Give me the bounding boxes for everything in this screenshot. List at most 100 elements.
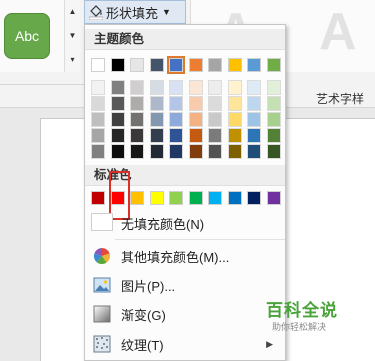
theme-shade-swatch[interactable] [266,112,281,127]
theme-shade-swatch[interactable] [169,128,183,143]
theme-shade-swatch[interactable] [130,144,144,159]
theme-shade-swatch[interactable] [227,144,242,159]
paint-bucket-icon [89,5,103,20]
theme-shade-swatch[interactable] [227,80,242,95]
theme-color-swatch[interactable] [227,58,242,72]
theme-shade-swatch[interactable] [149,128,164,143]
theme-shade-swatch[interactable] [227,96,242,111]
shape-style-preset[interactable]: Abc [4,13,50,59]
more-fill-colors-item[interactable]: 其他填充颜色(M)... [85,242,285,270]
theme-color-swatch[interactable] [188,58,203,72]
theme-color-swatch[interactable] [247,58,261,72]
shape-fill-button[interactable]: 形状填充 ▼ [84,0,186,24]
standard-color-swatch[interactable] [130,191,144,205]
theme-shade-swatch[interactable] [247,112,261,127]
theme-shade-swatch[interactable] [110,96,125,111]
theme-shade-swatch[interactable] [188,144,203,159]
standard-color-swatch[interactable] [266,191,281,205]
theme-shade-swatch[interactable] [188,112,203,127]
theme-shade-swatch[interactable] [208,96,222,111]
theme-color-swatch[interactable] [266,58,281,72]
texture-fill-label: 纹理(T) [121,337,164,353]
theme-shade-swatch[interactable] [130,128,144,143]
theme-shade-swatch[interactable] [247,144,261,159]
gallery-more-icon[interactable]: ▾ [65,48,80,72]
theme-shade-swatch[interactable] [208,80,222,95]
standard-color-swatch[interactable] [149,191,164,205]
watermark-title: 百科全说 [266,301,338,320]
submenu-arrow-icon: ▶ [266,338,273,349]
theme-shade-swatch[interactable] [149,112,164,127]
standard-color-swatch[interactable] [208,191,222,205]
theme-shade-swatch[interactable] [149,96,164,111]
color-wheel-icon [93,248,110,265]
theme-color-swatch[interactable] [91,58,105,72]
theme-shade-swatch[interactable] [110,80,125,95]
theme-shade-swatch[interactable] [110,112,125,127]
standard-color-swatch[interactable] [91,191,105,205]
gallery-scroll: ▲ ▼ ▾ [64,0,80,72]
theme-shade-swatch[interactable] [91,96,105,111]
scroll-down-icon[interactable]: ▼ [65,24,80,48]
picture-fill-item[interactable]: 图片(P)... [85,271,285,299]
theme-color-swatch[interactable] [149,58,164,72]
theme-shade-swatch[interactable] [227,112,242,127]
theme-shade-swatch[interactable] [266,80,281,95]
standard-color-swatch[interactable] [227,191,242,205]
theme-shade-swatch[interactable] [247,128,261,143]
wordart-preset[interactable]: A [319,2,357,62]
theme-colors-header: 主题颜色 [85,29,285,50]
theme-shade-swatch[interactable] [247,96,261,111]
theme-shade-swatch[interactable] [266,144,281,159]
chevron-down-icon: ▼ [162,7,171,17]
theme-shade-swatch[interactable] [188,80,203,95]
theme-shade-swatch[interactable] [169,112,183,127]
theme-shade-swatch[interactable] [110,128,125,143]
theme-color-swatch[interactable] [208,58,222,72]
theme-color-swatch[interactable] [110,58,125,72]
standard-color-swatch[interactable] [169,191,183,205]
theme-shade-swatch[interactable] [208,144,222,159]
gradient-fill-label: 渐变(G) [121,307,166,323]
watermark-logo: 百科全说 助你轻松解决 [254,296,366,336]
theme-shade-swatch[interactable] [169,80,183,95]
ribbon-separator [0,84,84,85]
theme-shade-swatch[interactable] [130,96,144,111]
theme-shade-swatch[interactable] [149,144,164,159]
theme-shade-swatch[interactable] [208,112,222,127]
texture-icon [93,335,111,353]
theme-shade-swatch[interactable] [169,96,183,111]
no-fill-label: 无填充颜色(N) [121,216,205,232]
no-fill-item[interactable]: 无填充颜色(N) [85,209,285,237]
standard-color-swatch[interactable] [188,191,203,205]
theme-shade-swatch[interactable] [266,96,281,111]
theme-shade-swatch[interactable] [130,112,144,127]
theme-color-swatch[interactable] [167,56,185,74]
scroll-up-icon[interactable]: ▲ [65,0,80,24]
theme-shade-swatch[interactable] [91,128,105,143]
gradient-icon [93,305,111,323]
theme-shade-swatch[interactable] [188,128,203,143]
shape-style-gallery: Abc [0,0,66,72]
theme-shade-swatch[interactable] [247,80,261,95]
picture-fill-label: 图片(P)... [121,278,176,294]
shape-fill-label: 形状填充 [106,5,159,21]
theme-shade-swatch[interactable] [91,112,105,127]
theme-shade-swatch[interactable] [208,128,222,143]
theme-color-swatch[interactable] [130,58,144,72]
theme-shade-swatch[interactable] [169,144,183,159]
picture-icon [93,277,111,293]
menu-separator [115,239,285,240]
watermark-subtitle: 助你轻松解决 [272,322,327,332]
theme-shade-swatch[interactable] [149,80,164,95]
wordart-group-label: 艺术字样 [316,92,365,106]
theme-shade-swatch[interactable] [188,96,203,111]
theme-shade-swatch[interactable] [130,80,144,95]
theme-shade-swatch[interactable] [110,144,125,159]
theme-shade-swatch[interactable] [91,80,105,95]
standard-color-swatch[interactable] [247,191,261,205]
theme-shade-swatch[interactable] [91,144,105,159]
theme-shade-swatch[interactable] [266,128,281,143]
theme-shade-swatch[interactable] [227,128,242,143]
more-fill-colors-label: 其他填充颜色(M)... [121,249,230,265]
